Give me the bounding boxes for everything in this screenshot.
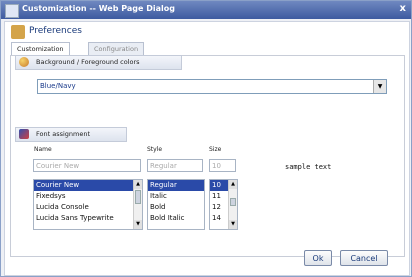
sample-text-preview: sample text (285, 163, 332, 171)
scroll-thumb[interactable] (135, 190, 141, 204)
list-item[interactable]: Courier New (34, 180, 142, 191)
font-name-input[interactable]: Courier New (33, 159, 141, 172)
title-bar[interactable]: Customization -- Web Page Dialog x (1, 1, 411, 19)
list-item[interactable]: Lucida Sans Typewrite (34, 213, 142, 224)
list-item[interactable]: Italic (148, 191, 204, 202)
chevron-down-icon[interactable]: ▼ (373, 80, 386, 93)
font-name-scrollbar[interactable]: ▲ ▼ (133, 180, 142, 229)
color-scheme-select[interactable]: Blue/Navy ▼ (37, 79, 387, 94)
colors-section-title: Background / Foreground colors (36, 58, 140, 66)
font-name-list[interactable]: Courier New Fixedsys Lucida Console Luci… (33, 179, 143, 230)
font-style-list[interactable]: Regular Italic Bold Bold Italic (147, 179, 205, 230)
preferences-icon (11, 25, 25, 39)
page-title: Preferences (29, 26, 82, 36)
list-item[interactable]: Bold Italic (148, 213, 204, 224)
list-item[interactable]: Fixedsys (34, 191, 142, 202)
scroll-thumb[interactable] (230, 198, 236, 206)
font-section-header: Font assignment (15, 127, 127, 142)
name-label: Name (34, 146, 52, 153)
close-icon[interactable]: x (400, 3, 406, 14)
scroll-down-icon[interactable]: ▼ (134, 220, 142, 229)
style-label: Style (147, 146, 163, 153)
ok-button[interactable]: Ok (304, 250, 332, 266)
font-icon (19, 129, 29, 139)
font-style-input[interactable]: Regular (147, 159, 203, 172)
font-size-scrollbar[interactable]: ▲ ▼ (228, 180, 237, 229)
cancel-button[interactable]: Cancel (340, 250, 388, 266)
window-title: Customization -- Web Page Dialog (22, 4, 175, 13)
tab-configuration[interactable]: Configuration (88, 42, 145, 56)
list-item[interactable]: Lucida Console (34, 202, 142, 213)
size-label: Size (209, 146, 222, 153)
font-section-title: Font assignment (36, 130, 91, 138)
scroll-down-icon[interactable]: ▼ (229, 220, 237, 229)
scroll-up-icon[interactable]: ▲ (229, 180, 237, 189)
tab-customization[interactable]: Customization (11, 42, 70, 56)
font-size-list[interactable]: 10 11 12 14 ▲ ▼ (209, 179, 238, 230)
colors-section-header: Background / Foreground colors (15, 55, 182, 70)
palette-icon (19, 57, 29, 67)
list-item[interactable]: Regular (148, 180, 204, 191)
color-scheme-value: Blue/Navy (40, 82, 76, 90)
list-item[interactable]: Bold (148, 202, 204, 213)
font-size-input[interactable]: 10 (209, 159, 236, 172)
window-icon (5, 4, 19, 18)
scroll-up-icon[interactable]: ▲ (134, 180, 142, 189)
dialog-window: Customization -- Web Page Dialog x Prefe… (0, 0, 412, 277)
